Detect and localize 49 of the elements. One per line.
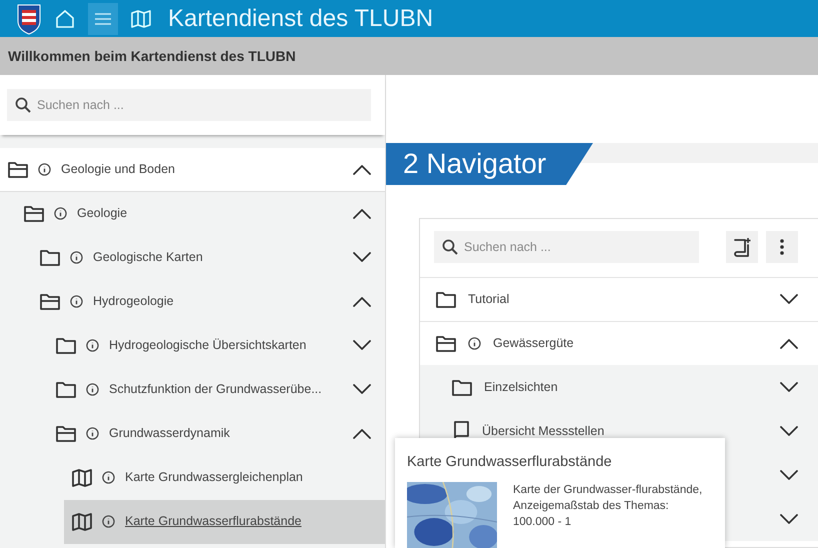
app-title: Kartendienst des TLUBN	[168, 4, 434, 34]
chevron-down-button[interactable]	[780, 470, 798, 480]
folder-icon	[56, 337, 76, 354]
chevron-up-icon	[353, 428, 371, 439]
welcome-text: Willkommen beim Kartendienst des TLUBN	[8, 46, 296, 66]
folder-icon	[24, 205, 44, 222]
search-field[interactable]: Suchen nach ...	[7, 89, 371, 121]
folder-icon	[8, 161, 28, 178]
tree-item[interactable]: Hydrogeologische Übersichtskarten	[48, 324, 385, 368]
navigator-item[interactable]: Tutorial	[420, 277, 818, 321]
map-icon	[72, 468, 92, 486]
chevron-up-icon	[353, 164, 371, 175]
folder-icon	[56, 425, 76, 442]
tree-item[interactable]: Grundwasserdynamik	[48, 412, 385, 456]
folder-icon	[452, 378, 472, 396]
search-field[interactable]: Suchen nach ...	[434, 231, 699, 263]
chevron-down-button[interactable]	[780, 514, 798, 524]
chevron-down-icon	[353, 252, 371, 263]
chevron-down-icon	[353, 384, 371, 395]
coat-of-arms-icon	[16, 2, 42, 34]
popover-title: Karte Grundwasserflurabstände	[407, 453, 613, 472]
popover-description: Karte der Grundwasser-flurabstände, Anzeigemaßstab des Themas: 100.000 - 1	[513, 482, 704, 530]
tree-item[interactable]: Geologie	[16, 192, 385, 236]
tree-item[interactable]: Karte Grundwasserflurabstände	[64, 500, 385, 544]
map-icon	[72, 512, 92, 530]
more-options-button[interactable]	[766, 231, 798, 263]
folder-icon	[40, 293, 60, 310]
navigator-banner: 2 Navigator	[386, 143, 593, 185]
tree-item[interactable]: Hydrogeologie	[32, 280, 385, 324]
add-book-button[interactable]	[726, 231, 758, 263]
folder-icon	[436, 291, 456, 308]
chevron-up-icon	[353, 296, 371, 307]
chevron-down-icon	[353, 340, 371, 351]
menu-icon	[94, 12, 112, 26]
search-icon	[442, 239, 458, 255]
navigator-item[interactable]: Einzelsichten	[420, 365, 818, 409]
chevron-up-icon	[353, 208, 371, 219]
folder-icon	[40, 249, 60, 266]
map-icon	[131, 10, 151, 28]
kebab-icon	[780, 239, 784, 255]
tree-item[interactable]: Schutzfunktion der Grundwasserübe...	[48, 368, 385, 412]
book-plus-icon	[732, 237, 752, 257]
folder-icon	[436, 335, 456, 352]
tree-item[interactable]: Karte Grundwassergleichenplan	[64, 456, 385, 500]
folder-icon	[56, 381, 76, 398]
home-icon	[55, 8, 75, 28]
tree-item[interactable]: Geologische Karten	[32, 236, 385, 280]
search-icon	[15, 97, 31, 113]
tree-item[interactable]: Geologie und Boden	[0, 148, 385, 192]
